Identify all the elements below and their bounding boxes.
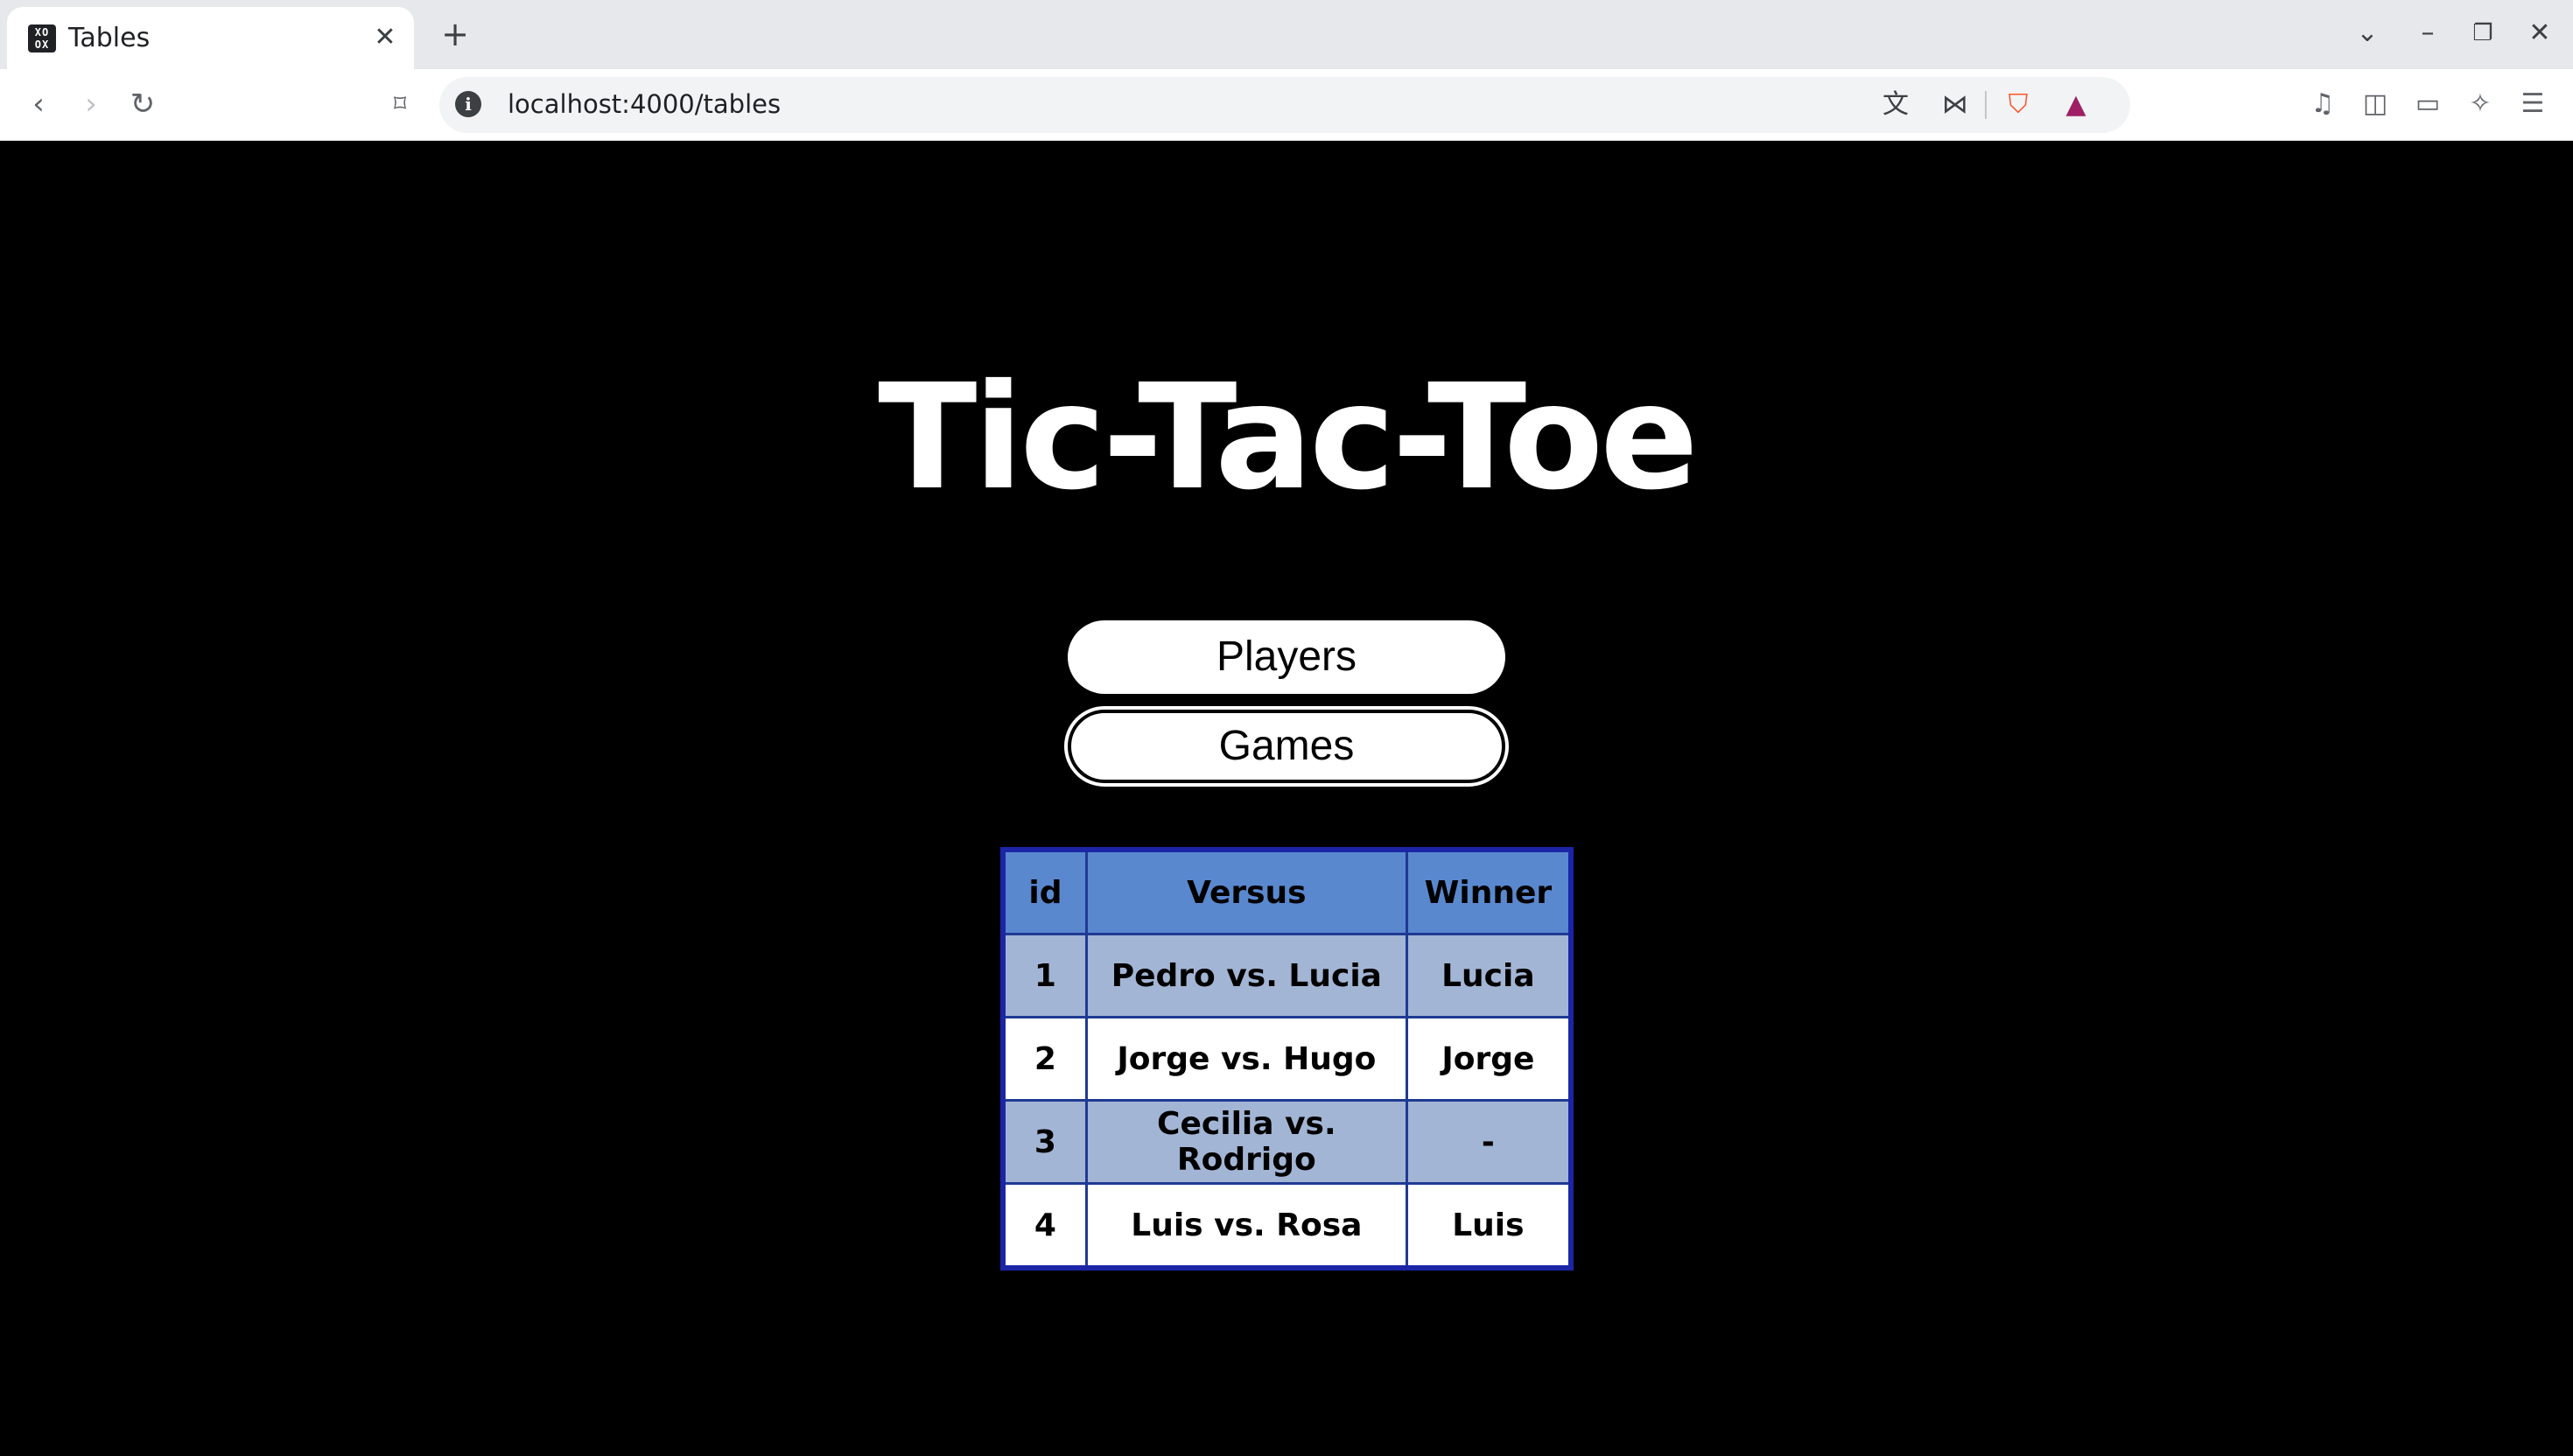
share-icon[interactable]: ⋈ bbox=[1938, 88, 1973, 122]
forward-arrow-icon[interactable]: › bbox=[72, 85, 110, 123]
reload-icon[interactable]: ↻ bbox=[123, 85, 162, 123]
players-button[interactable]: Players bbox=[1068, 620, 1505, 694]
music-icon[interactable]: ♫ bbox=[2303, 85, 2342, 123]
xo-icon: XO OX bbox=[28, 24, 56, 52]
cell-versus: Luis vs. Rosa bbox=[1084, 1182, 1408, 1270]
cell-winner: Luis bbox=[1405, 1182, 1573, 1270]
chevron-down-icon[interactable]: ⌄ bbox=[2350, 16, 2385, 51]
close-window-icon[interactable]: ✕ bbox=[2522, 16, 2557, 51]
new-tab-button[interactable]: + bbox=[438, 18, 473, 52]
address-bar[interactable]: i localhost:4000/tables 文 ⋈ ⛉ ▲ bbox=[439, 77, 2130, 133]
cell-winner: - bbox=[1405, 1099, 1573, 1185]
table-row: 2 Jorge vs. Hugo Jorge bbox=[1001, 1016, 1573, 1102]
games-table: id Versus Winner 1 Pedro vs. Lucia Lucia… bbox=[1000, 847, 1574, 1270]
cell-id: 3 bbox=[1001, 1099, 1088, 1185]
table-row: 4 Luis vs. Rosa Luis bbox=[1001, 1182, 1573, 1270]
divider bbox=[1985, 91, 1987, 119]
minimize-icon[interactable]: – bbox=[2410, 16, 2445, 51]
back-arrow-icon[interactable]: ‹ bbox=[19, 85, 58, 123]
table-header-row: id Versus Winner bbox=[1001, 848, 1573, 935]
restore-icon[interactable]: ❐ bbox=[2465, 16, 2500, 51]
menu-icon[interactable]: ☰ bbox=[2513, 85, 2552, 123]
sidebar-icon[interactable]: ◫ bbox=[2356, 85, 2394, 123]
cell-winner: Lucia bbox=[1405, 933, 1573, 1018]
games-button[interactable]: Games bbox=[1064, 706, 1509, 787]
page-content: Tic-Tac-Toe Players Games id Versus Winn… bbox=[0, 141, 2573, 1456]
cell-id: 2 bbox=[1001, 1016, 1088, 1102]
header-versus: Versus bbox=[1084, 848, 1408, 935]
translate-icon[interactable]: 文 bbox=[1878, 88, 1913, 122]
cell-versus: Jorge vs. Hugo bbox=[1084, 1016, 1408, 1102]
toolbar: ‹ › ↻ ⌑ i localhost:4000/tables 文 ⋈ ⛉ ▲ … bbox=[0, 69, 2573, 141]
tab-strip: XO OX Tables ✕ + ⌄ – ❐ ✕ bbox=[0, 0, 2573, 69]
cell-id: 4 bbox=[1001, 1182, 1088, 1270]
brave-shield-icon[interactable]: ⛉ bbox=[2001, 88, 2036, 122]
ai-sparkle-icon[interactable]: ✧ bbox=[2461, 85, 2499, 123]
tab-tables[interactable]: XO OX Tables ✕ bbox=[7, 7, 414, 69]
page-title: Tic-Tac-Toe bbox=[878, 354, 1699, 522]
cell-versus: Pedro vs. Lucia bbox=[1084, 933, 1408, 1018]
close-icon[interactable]: ✕ bbox=[370, 23, 400, 52]
info-icon[interactable]: i bbox=[455, 91, 481, 117]
wallet-icon[interactable]: ▭ bbox=[2408, 85, 2447, 123]
url-text[interactable]: localhost:4000/tables bbox=[508, 89, 781, 119]
table-row: 3 Cecilia vs. Rodrigo - bbox=[1001, 1099, 1573, 1185]
browser-chrome: XO OX Tables ✕ + ⌄ – ❐ ✕ ‹ › ↻ ⌑ i localh… bbox=[0, 0, 2573, 141]
header-winner: Winner bbox=[1405, 848, 1573, 935]
header-id: id bbox=[1001, 848, 1088, 935]
table-row: 1 Pedro vs. Lucia Lucia bbox=[1001, 933, 1573, 1018]
cell-winner: Jorge bbox=[1405, 1016, 1573, 1102]
cell-id: 1 bbox=[1001, 933, 1088, 1018]
bookmark-icon[interactable]: ⌑ bbox=[381, 85, 419, 123]
cell-versus: Cecilia vs. Rodrigo bbox=[1084, 1099, 1408, 1185]
tab-title: Tables bbox=[68, 23, 151, 53]
brave-rewards-icon[interactable]: ▲ bbox=[2058, 88, 2093, 122]
